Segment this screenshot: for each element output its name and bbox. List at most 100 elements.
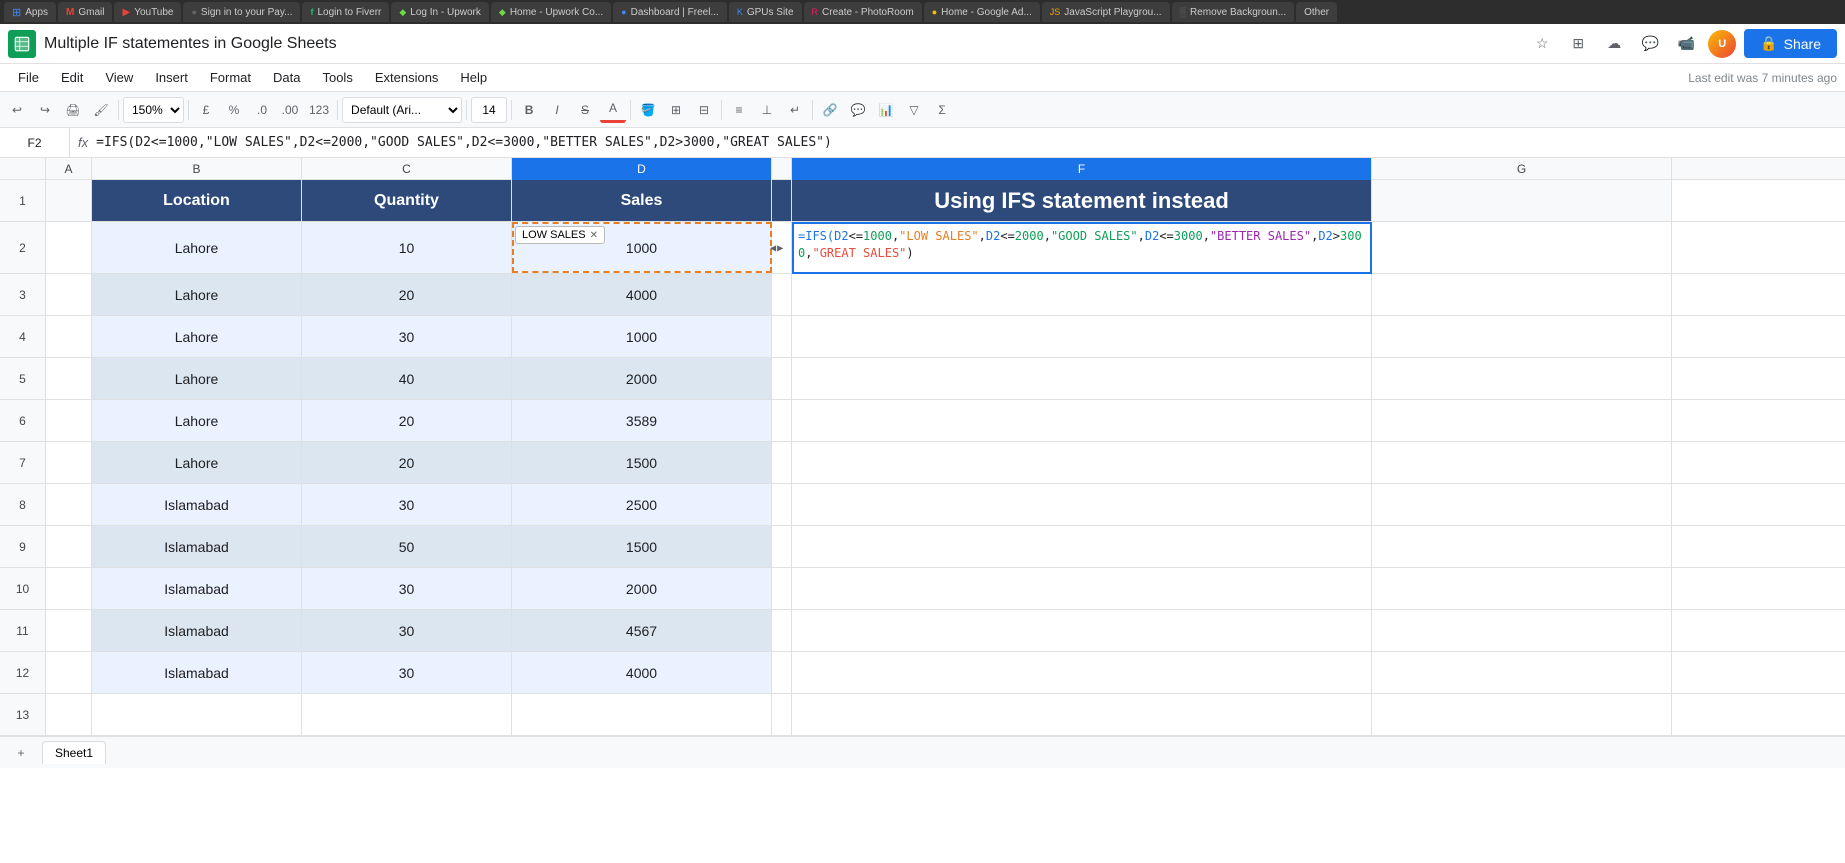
badge-close-icon[interactable]: ✕	[590, 230, 598, 241]
cell-b1[interactable]: Location	[92, 180, 302, 221]
cell-b6[interactable]: Lahore	[92, 400, 302, 441]
text-color-button[interactable]: A	[600, 97, 626, 123]
sheet-tab-1[interactable]: Sheet1	[42, 741, 106, 764]
bold-button[interactable]: B	[516, 97, 542, 123]
currency-button[interactable]: £	[193, 97, 219, 123]
cell-d12[interactable]: 4000	[512, 652, 772, 693]
cell-a2[interactable]	[46, 222, 92, 273]
link-button[interactable]: 🔗	[817, 97, 843, 123]
menu-view[interactable]: View	[95, 66, 143, 89]
cell-c9[interactable]: 50	[302, 526, 512, 567]
cell-g4[interactable]	[1372, 316, 1672, 357]
cloud-icon[interactable]: ☁	[1600, 30, 1628, 58]
cell-f4[interactable]	[792, 316, 1372, 357]
undo-button[interactable]: ↩	[4, 97, 30, 123]
cell-b9[interactable]: Islamabad	[92, 526, 302, 567]
cell-b12[interactable]: Islamabad	[92, 652, 302, 693]
tab-js-playground[interactable]: JS JavaScript Playgrou...	[1042, 2, 1170, 22]
align-left-button[interactable]: ≡	[726, 97, 752, 123]
cell-b13[interactable]	[92, 694, 302, 735]
cell-d9[interactable]: 1500	[512, 526, 772, 567]
col-header-a[interactable]: A	[46, 158, 92, 180]
tab-upwork-login[interactable]: ◆ Log In - Upwork	[391, 2, 489, 22]
cell-a7[interactable]	[46, 442, 92, 483]
cell-d8[interactable]: 2500	[512, 484, 772, 525]
cell-f8[interactable]	[792, 484, 1372, 525]
cell-g1[interactable]	[1372, 180, 1672, 221]
chart-button[interactable]: 📊	[873, 97, 899, 123]
decimal-dec-button[interactable]: .0	[249, 97, 275, 123]
cell-a1[interactable]	[46, 180, 92, 221]
cell-b10[interactable]: Islamabad	[92, 568, 302, 609]
cell-f6[interactable]	[792, 400, 1372, 441]
cell-c13[interactable]	[302, 694, 512, 735]
cell-c3[interactable]: 20	[302, 274, 512, 315]
collapse-left-icon[interactable]: ◀	[770, 243, 776, 252]
cell-c7[interactable]: 20	[302, 442, 512, 483]
borders-button[interactable]: ⊞	[663, 97, 689, 123]
cell-b5[interactable]: Lahore	[92, 358, 302, 399]
cell-d3[interactable]: 4000	[512, 274, 772, 315]
menu-edit[interactable]: Edit	[51, 66, 93, 89]
cell-b2[interactable]: Lahore	[92, 222, 302, 273]
cell-g3[interactable]	[1372, 274, 1672, 315]
cell-d6[interactable]: 3589	[512, 400, 772, 441]
cell-d4[interactable]: 1000	[512, 316, 772, 357]
cell-f9[interactable]	[792, 526, 1372, 567]
cell-g9[interactable]	[1372, 526, 1672, 567]
cell-g12[interactable]	[1372, 652, 1672, 693]
cell-f13[interactable]	[792, 694, 1372, 735]
menu-data[interactable]: Data	[263, 66, 310, 89]
menu-insert[interactable]: Insert	[145, 66, 198, 89]
font-select[interactable]: Default (Ari... Arial	[342, 97, 462, 123]
tab-upwork-home[interactable]: ◆ Home - Upwork Co...	[491, 2, 611, 22]
cell-b3[interactable]: Lahore	[92, 274, 302, 315]
cell-a12[interactable]	[46, 652, 92, 693]
cell-a4[interactable]	[46, 316, 92, 357]
col-header-b[interactable]: B	[92, 158, 302, 180]
cell-a13[interactable]	[46, 694, 92, 735]
expand-right-icon[interactable]: ▶	[777, 243, 783, 252]
cell-c4[interactable]: 30	[302, 316, 512, 357]
cell-c2[interactable]: 10	[302, 222, 512, 273]
cell-g13[interactable]	[1372, 694, 1672, 735]
col-header-g[interactable]: G	[1372, 158, 1672, 180]
share-button[interactable]: 🔒 Share	[1744, 29, 1837, 58]
menu-extensions[interactable]: Extensions	[365, 66, 449, 89]
col-header-e[interactable]	[772, 158, 792, 180]
print-button[interactable]: 🖨	[60, 97, 86, 123]
cell-g10[interactable]	[1372, 568, 1672, 609]
cell-a6[interactable]	[46, 400, 92, 441]
zoom-select[interactable]: 150% 100% 75%	[123, 97, 184, 123]
col-header-f[interactable]: F	[792, 158, 1372, 180]
cell-a11[interactable]	[46, 610, 92, 651]
percent-button[interactable]: %	[221, 97, 247, 123]
cell-c5[interactable]: 40	[302, 358, 512, 399]
cell-d1[interactable]: Sales	[512, 180, 772, 221]
cell-d7[interactable]: 1500	[512, 442, 772, 483]
tab-youtube[interactable]: ▶ YouTube	[114, 2, 181, 22]
merge-button[interactable]: ⊟	[691, 97, 717, 123]
video-icon[interactable]: 📹	[1672, 30, 1700, 58]
cell-f12[interactable]	[792, 652, 1372, 693]
cell-f2[interactable]: =IFS(D2<=1000,"LOW SALES",D2<=2000,"GOOD…	[792, 222, 1372, 274]
add-sheet-button[interactable]: +	[8, 740, 34, 766]
cell-c8[interactable]: 30	[302, 484, 512, 525]
cell-g2[interactable]	[1372, 222, 1672, 273]
cell-g5[interactable]	[1372, 358, 1672, 399]
cell-f10[interactable]	[792, 568, 1372, 609]
tab-apps[interactable]: ⊞ Apps	[4, 2, 56, 22]
cell-f7[interactable]	[792, 442, 1372, 483]
decimal-inc-button[interactable]: .00	[277, 97, 303, 123]
comment-btn[interactable]: 💬	[845, 97, 871, 123]
strikethrough-button[interactable]: S	[572, 97, 598, 123]
fill-color-button[interactable]: 🪣	[635, 97, 661, 123]
cell-a3[interactable]	[46, 274, 92, 315]
filter-button[interactable]: ▽	[901, 97, 927, 123]
cell-a9[interactable]	[46, 526, 92, 567]
cell-d13[interactable]	[512, 694, 772, 735]
tab-signin[interactable]: ● Sign in to your Pay...	[183, 2, 300, 22]
tab-fiverr[interactable]: f Login to Fiverr	[302, 2, 389, 22]
cell-c12[interactable]: 30	[302, 652, 512, 693]
function-button[interactable]: Σ	[929, 97, 955, 123]
